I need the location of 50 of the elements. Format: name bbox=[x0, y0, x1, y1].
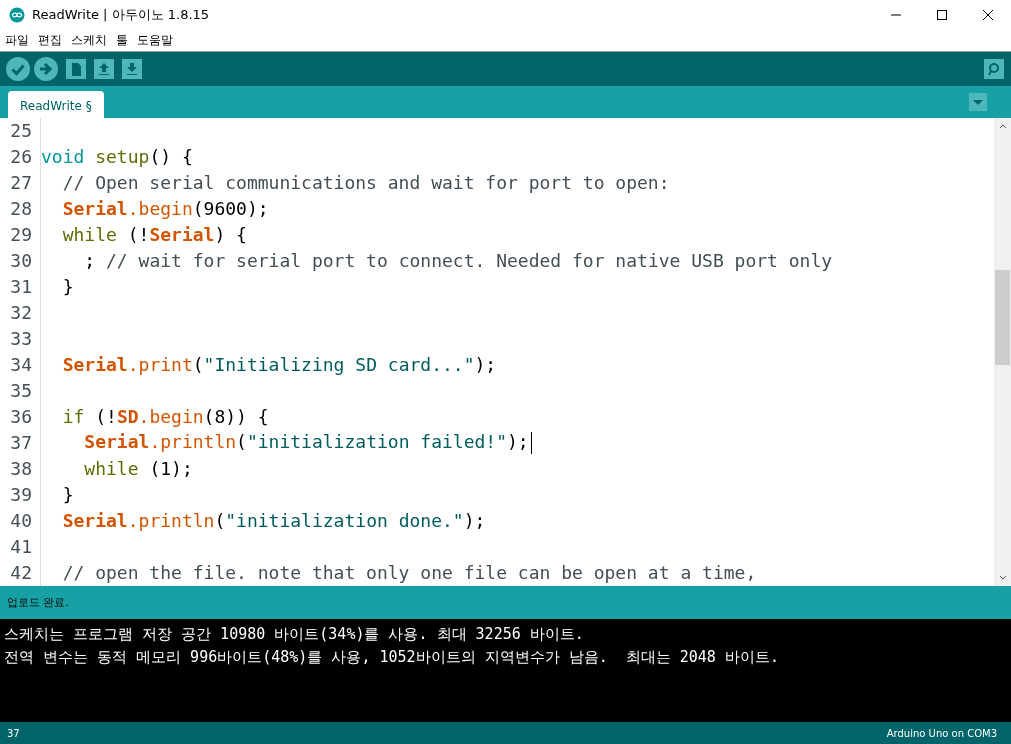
line-number: 33 bbox=[0, 325, 41, 352]
menu-item[interactable]: 툴 bbox=[116, 31, 128, 49]
code-line: Serial.print("Initializing SD card..."); bbox=[61, 354, 497, 376]
code-line: if (!SD.begin(8)) { bbox=[61, 406, 269, 428]
code-line: Serial.begin(9600); bbox=[61, 198, 269, 220]
line-number: 35 bbox=[0, 377, 41, 404]
console-line: 전역 변수는 동적 메모리 996바이트(48%)를 사용, 1052바이트의 지역변수가 남음. 최대는 2048 바이트. bbox=[4, 646, 780, 668]
status-message: 업로드 완료. bbox=[7, 594, 69, 610]
line-number: 29 bbox=[0, 221, 41, 248]
code-line: void setup() { bbox=[41, 146, 193, 168]
serial-monitor-icon[interactable] bbox=[984, 58, 1004, 79]
code-line: // open the file. note that only one file can be open at a time, bbox=[61, 562, 757, 584]
code-line: } bbox=[61, 484, 74, 506]
menu-item[interactable]: 스케치 bbox=[71, 31, 107, 49]
line-number: 26 bbox=[0, 143, 41, 170]
line-number: 25 bbox=[0, 117, 41, 144]
line-number: 42 bbox=[0, 559, 41, 586]
app-logo-icon bbox=[9, 7, 25, 23]
line-number: 39 bbox=[0, 481, 41, 508]
console-line: 스케치는 프로그램 저장 공간 10980 바이트(34%)를 사용. 최대 32256 바이트. bbox=[4, 623, 585, 645]
file-tab[interactable]: ReadWrite § bbox=[8, 90, 104, 118]
line-number: 28 bbox=[0, 195, 41, 222]
new-file-icon[interactable] bbox=[66, 58, 86, 79]
code-line: Serial.println("initialization failed!"); bbox=[41, 431, 532, 455]
code-line: ; // wait for serial port to connect. Needed for native USB port only bbox=[83, 250, 833, 272]
line-number: 37 bbox=[0, 429, 41, 456]
window-title: ReadWrite | 아두이노 1.8.15 bbox=[32, 6, 210, 24]
line-number: 27 bbox=[0, 169, 41, 196]
verify-check-icon[interactable] bbox=[6, 56, 30, 81]
line-number: 31 bbox=[0, 273, 41, 300]
line-indicator: 37 bbox=[7, 727, 20, 739]
menu-item[interactable]: 도움말 bbox=[137, 31, 173, 49]
code-line: while (1); bbox=[83, 458, 193, 480]
line-number: 40 bbox=[0, 507, 41, 534]
vertical-scrollbar[interactable] bbox=[994, 117, 1011, 586]
code-line: } bbox=[61, 276, 74, 298]
scrollbar-thumb[interactable] bbox=[995, 269, 1010, 365]
board-port-label: Arduino Uno on COM3 bbox=[886, 727, 997, 739]
menu-item[interactable]: 편집 bbox=[38, 31, 62, 49]
code-line: while (!Serial) { bbox=[61, 224, 247, 246]
line-number: 30 bbox=[0, 247, 41, 274]
line-number: 41 bbox=[0, 533, 41, 560]
code-line: Serial.println("initialization done."); bbox=[61, 510, 486, 532]
code-line: // Open serial communications and wait for port to open: bbox=[61, 172, 670, 194]
line-number: 32 bbox=[0, 299, 41, 326]
line-number: 36 bbox=[0, 403, 41, 430]
menu-item[interactable]: 파일 bbox=[5, 31, 29, 49]
tab-menu-caret-icon[interactable] bbox=[969, 92, 987, 111]
line-number: 38 bbox=[0, 455, 41, 482]
line-number: 34 bbox=[0, 351, 41, 378]
